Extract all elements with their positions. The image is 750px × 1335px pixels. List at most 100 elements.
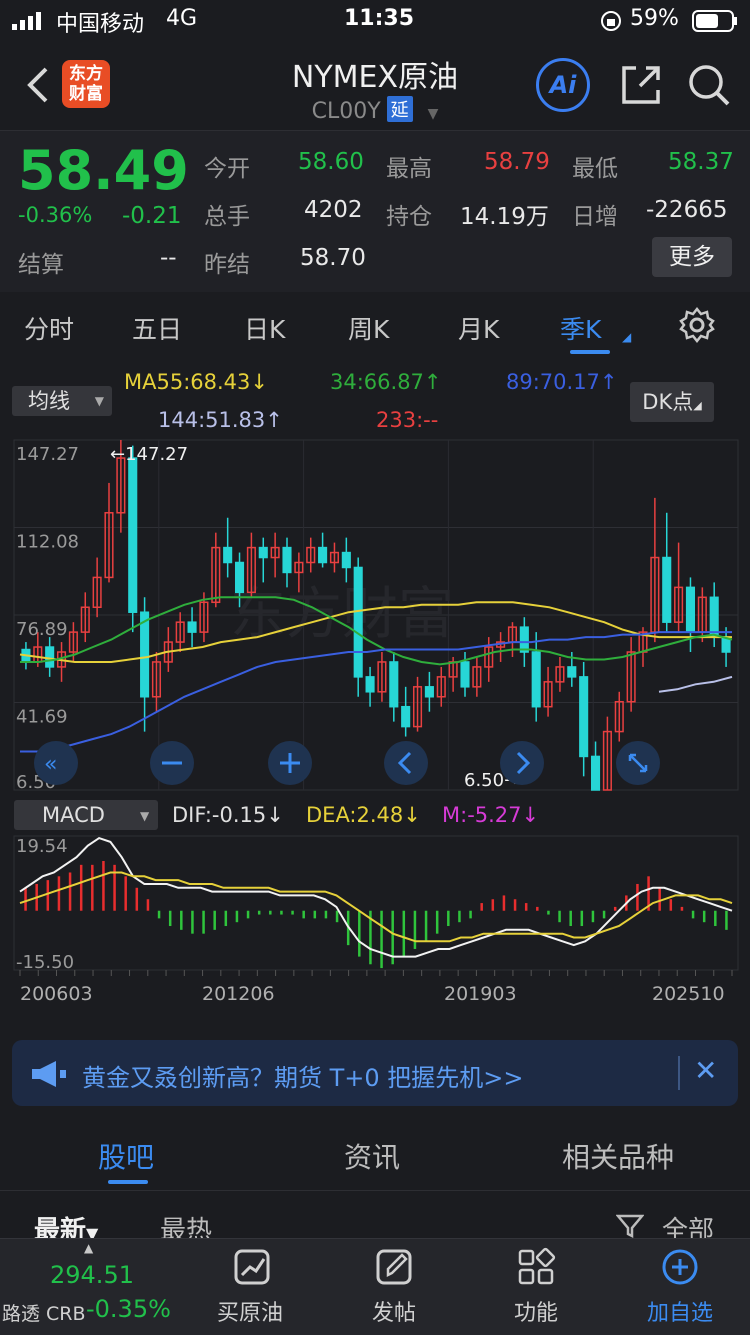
candle-body bbox=[662, 556, 672, 623]
ai-button[interactable]: Ai bbox=[536, 58, 590, 112]
double-chevron-left-icon: « bbox=[44, 752, 57, 777]
dea-arrow: ↓ bbox=[403, 803, 421, 827]
macd-chart: 19.54 -15.50 bbox=[13, 835, 739, 973]
candle-body bbox=[318, 546, 328, 564]
banner-divider bbox=[678, 1056, 680, 1090]
tab-five-day[interactable]: 五日 bbox=[132, 310, 182, 346]
ma34-text: 34:66.87 bbox=[330, 370, 424, 394]
ma-selector[interactable]: 均线 ▼ bbox=[12, 386, 112, 416]
open-value: 58.60 bbox=[298, 149, 364, 175]
grid-icon bbox=[518, 1247, 556, 1285]
close-icon[interactable]: ✕ bbox=[694, 1054, 717, 1087]
candle-body bbox=[531, 651, 541, 708]
chart-area: 均线 ▼ MA55:68.43↓ 34:66.87↑ 89:70.17↑ 144… bbox=[0, 362, 750, 1028]
dif-arrow: ↓ bbox=[266, 803, 284, 827]
candle-body bbox=[341, 551, 351, 569]
open-interest-value: 14.19万 bbox=[460, 204, 549, 230]
low-value: 58.37 bbox=[668, 149, 734, 175]
daily-increase-label: 日增 bbox=[572, 204, 618, 230]
ma89-text: 89:70.17 bbox=[506, 370, 600, 394]
y-ticks: 147.27112.0876.8941.696.50 bbox=[16, 444, 79, 793]
tab-weekly-k[interactable]: 周K bbox=[348, 310, 389, 346]
ma34-readout: 34:66.87↑ bbox=[330, 370, 442, 394]
dk-point-button[interactable]: DK点◢ bbox=[630, 382, 714, 422]
app-header: 东方 财富 NYMEX原油 CL00Y 延 ▼ Ai bbox=[0, 40, 750, 130]
chevron-down-icon: ▼ bbox=[140, 809, 150, 823]
chevron-down-icon: ▼ bbox=[427, 106, 439, 122]
candle-body bbox=[401, 705, 411, 728]
chevron-down-icon: ▼ bbox=[94, 394, 104, 408]
filter-icon[interactable] bbox=[616, 1214, 644, 1238]
y-tick-label: 41.69 bbox=[16, 707, 68, 728]
tab-intraday[interactable]: 分时 bbox=[24, 310, 74, 346]
index-name: 路透 CRB bbox=[2, 1303, 86, 1325]
dk-point-label: DK点 bbox=[642, 390, 694, 414]
gear-icon[interactable] bbox=[678, 306, 716, 344]
x-tick-label: 200603 bbox=[20, 983, 93, 1005]
ma89-arrow: ↑ bbox=[599, 370, 618, 394]
macd-y-tick-label: 19.54 bbox=[16, 836, 68, 857]
candle-body bbox=[353, 566, 363, 678]
candle-body bbox=[282, 546, 292, 574]
kline-chart[interactable]: 东方财富 147.27112.0876.8941.696.50 ←147.27 … bbox=[0, 438, 750, 1028]
low-label: 最低 bbox=[572, 156, 618, 182]
clock: 11:35 bbox=[344, 6, 415, 31]
tab-daily-k[interactable]: 日K bbox=[244, 310, 285, 346]
carrier: 中国移动 bbox=[56, 12, 145, 37]
bottom-bar: ▲ 294.51 路透 CRB -0.35% 买原油 发帖 功能 加自选 bbox=[0, 1238, 750, 1335]
quote-panel: 58.49 -0.36% -0.21 结算 -- 今开 58.60 最高 58.… bbox=[0, 130, 750, 293]
high-value: 58.79 bbox=[484, 149, 550, 175]
tab-quarterly-k[interactable]: 季K bbox=[560, 310, 601, 346]
ma144-readout: 144:51.83↑ bbox=[158, 408, 283, 432]
tab-dropdown-icon: ◢ bbox=[622, 330, 632, 344]
search-icon[interactable] bbox=[686, 62, 732, 108]
candle-body bbox=[187, 621, 197, 633]
dif-readout: DIF:-0.15↓ bbox=[172, 803, 284, 827]
add-watchlist-label: 加自选 bbox=[646, 1301, 713, 1326]
prev-settle-value: 58.70 bbox=[300, 245, 366, 271]
x-tick-label: 202510 bbox=[652, 983, 725, 1005]
dea-readout: DEA:2.48↓ bbox=[306, 803, 421, 827]
ma144-text: 144:51.83 bbox=[158, 408, 266, 432]
tab-monthly-k[interactable]: 月K bbox=[458, 310, 499, 346]
trade-icon bbox=[234, 1249, 270, 1285]
ma55-text: MA55:68.43 bbox=[124, 370, 251, 394]
promo-banner[interactable]: 黄金又叒创新高？期货 T+0 把握先机>> ✕ bbox=[12, 1040, 738, 1106]
tab-forum[interactable]: 股吧 bbox=[98, 1136, 154, 1176]
fullscreen-button[interactable] bbox=[616, 741, 660, 785]
last-price: 58.49 bbox=[18, 139, 189, 202]
scroll-left-fast-button[interactable]: « bbox=[34, 741, 78, 785]
m-readout: M:-5.27↓ bbox=[442, 803, 539, 827]
post-label: 发帖 bbox=[371, 1301, 416, 1326]
functions-button[interactable]: 功能 bbox=[476, 1239, 596, 1335]
buy-crude-button[interactable]: 买原油 bbox=[190, 1239, 310, 1335]
post-button[interactable]: 发帖 bbox=[334, 1239, 454, 1335]
add-watchlist-button[interactable]: 加自选 bbox=[620, 1239, 740, 1335]
more-button[interactable]: 更多 bbox=[652, 237, 732, 277]
scroll-right-button[interactable] bbox=[500, 741, 544, 785]
zoom-out-button[interactable] bbox=[150, 741, 194, 785]
volume-value: 4202 bbox=[304, 197, 363, 223]
tab-news[interactable]: 资讯 bbox=[344, 1136, 400, 1176]
candle-body bbox=[460, 661, 470, 688]
banner-text: 黄金又叒创新高？期货 T+0 把握先机>> bbox=[82, 1064, 524, 1092]
ma-line-89 bbox=[20, 631, 732, 753]
candle-body bbox=[424, 686, 434, 698]
tab-related[interactable]: 相关品种 bbox=[562, 1136, 674, 1176]
dropdown-corner-icon: ◢ bbox=[693, 399, 702, 412]
zoom-in-button[interactable] bbox=[268, 741, 312, 785]
contract-code-text: CL00Y bbox=[311, 99, 381, 124]
ma55-arrow: ↓ bbox=[250, 370, 269, 394]
functions-label: 功能 bbox=[513, 1301, 558, 1326]
share-icon[interactable] bbox=[618, 62, 664, 108]
index-value[interactable]: 294.51 bbox=[50, 1261, 134, 1289]
max-annotation: ←147.27 bbox=[110, 444, 188, 465]
scroll-left-button[interactable] bbox=[384, 741, 428, 785]
change-percent: -0.36% bbox=[18, 203, 93, 227]
x-ticks: 200603 201206 201903 202510 bbox=[19, 970, 733, 1005]
delay-badge: 延 bbox=[386, 96, 413, 122]
plus-circle-icon bbox=[662, 1249, 698, 1285]
battery-icon bbox=[692, 10, 737, 32]
status-bar: 中国移动 4G 11:35 59% bbox=[0, 0, 750, 40]
volume-label: 总手 bbox=[204, 204, 250, 230]
